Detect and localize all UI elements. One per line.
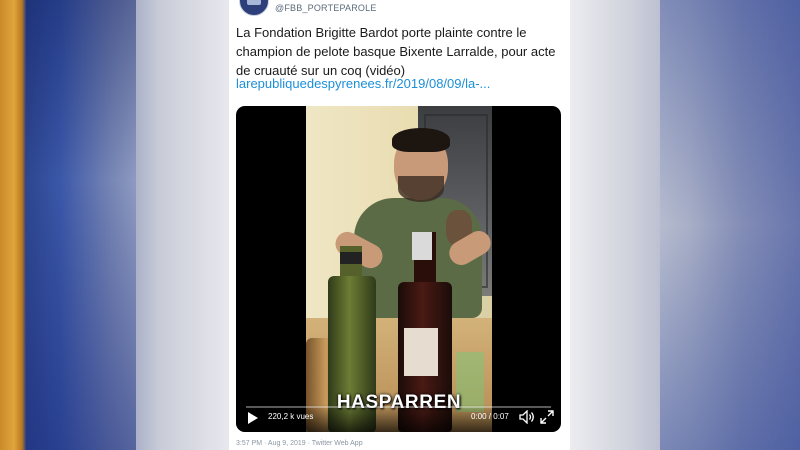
account-name[interactable]: ...........	[275, 0, 303, 2]
tweet-link[interactable]: larepubliquedespyrenees.fr/2019/08/09/la…	[236, 76, 490, 91]
tweet-header: ........... @FBB_PORTEPAROLE	[235, 0, 565, 18]
background-left-shade	[26, 0, 136, 450]
progress-bar[interactable]	[246, 406, 551, 408]
view-count: 220,2 k vues	[268, 412, 314, 421]
background-right-shade	[660, 0, 800, 450]
tweet-text: La Fondation Brigitte Bardot porte plain…	[236, 25, 556, 78]
play-icon[interactable]	[248, 412, 258, 424]
time-display: 0:00 / 0:07	[471, 412, 509, 421]
tweet-timestamp: 3:57 PM · Aug 9, 2019 · Twitter Web App	[236, 440, 363, 447]
video-player[interactable]: HASPARREN 220,2 k vues 0:00 / 0:07	[236, 106, 561, 432]
fullscreen-icon[interactable]	[540, 410, 554, 424]
video-frame: HASPARREN	[306, 106, 492, 432]
fbb-logo-icon[interactable]	[239, 0, 269, 16]
volume-icon[interactable]	[519, 410, 535, 424]
video-controls: 220,2 k vues 0:00 / 0:07	[236, 404, 561, 432]
account-handle[interactable]: @FBB_PORTEPAROLE	[275, 3, 377, 13]
tweet-card: ........... @FBB_PORTEPAROLE La Fondatio…	[229, 0, 570, 450]
